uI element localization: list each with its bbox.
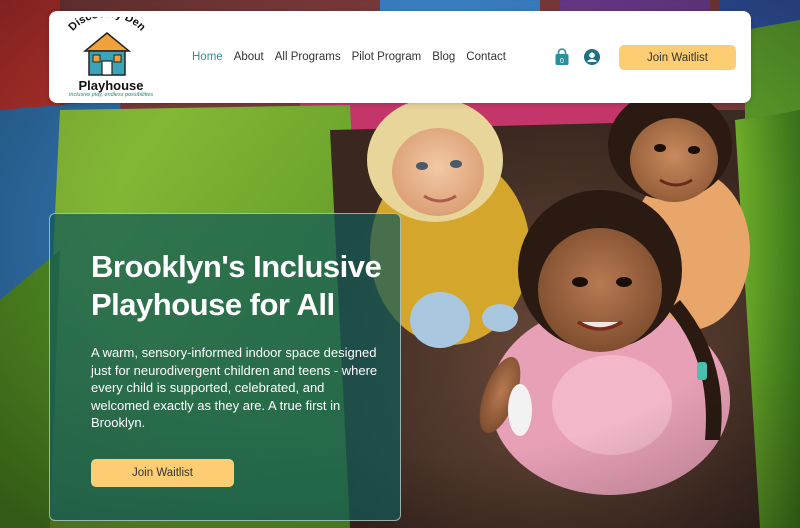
hero-title: Brooklyn's Inclusive Playhouse for All: [91, 249, 382, 322]
main-nav: Home About All Programs Pilot Program Bl…: [192, 51, 517, 63]
logo-arc-text: Discovery Den: [66, 17, 148, 34]
site-header: Discovery Den Playhouse Inclusive play, …: [49, 11, 751, 103]
logo-tagline: Inclusive play, endless possibilities: [68, 92, 154, 98]
user-circle-icon[interactable]: [584, 49, 600, 65]
nav-item-home[interactable]: Home: [192, 51, 223, 63]
svg-text:Discovery Den: Discovery Den: [66, 17, 148, 34]
cart-count: 0: [560, 58, 564, 65]
nav-item-about[interactable]: About: [234, 51, 264, 63]
hero-description: A warm, sensory-informed indoor space de…: [91, 345, 378, 430]
brand-logo[interactable]: Discovery Den Playhouse Inclusive play, …: [55, 17, 155, 99]
nav-item-pilot-program[interactable]: Pilot Program: [352, 51, 422, 63]
nav-item-contact[interactable]: Contact: [466, 51, 506, 63]
logo-title: Playhouse: [78, 78, 144, 93]
nav-item-blog[interactable]: Blog: [432, 51, 455, 63]
hero-card: Brooklyn's Inclusive Playhouse for All A…: [49, 213, 401, 521]
join-waitlist-hero-button[interactable]: Join Waitlist: [91, 459, 234, 487]
nav-item-all-programs[interactable]: All Programs: [275, 51, 341, 63]
join-waitlist-header-button[interactable]: Join Waitlist: [619, 45, 736, 70]
shopping-bag-icon[interactable]: 0: [554, 48, 570, 66]
